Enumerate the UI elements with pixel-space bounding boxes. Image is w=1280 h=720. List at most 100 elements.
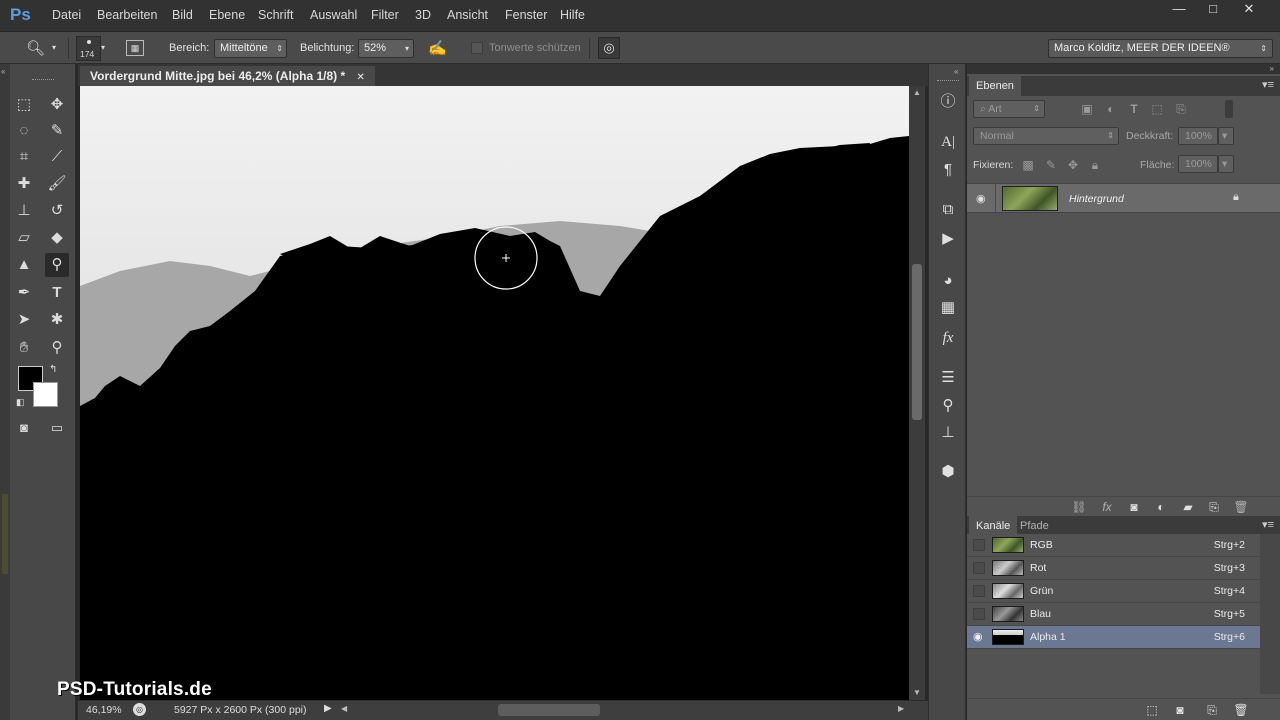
channel-visibility-eye-icon[interactable]: ◉	[973, 630, 983, 643]
horizontal-scroll-thumb[interactable]	[498, 704, 600, 716]
menu-hilfe[interactable]: Hilfe	[560, 8, 585, 22]
vertical-scrollbar[interactable]: ▲ ▼	[909, 86, 925, 700]
channel-visibility-box[interactable]	[973, 585, 985, 597]
link-layers-icon[interactable]: ⛓	[1071, 499, 1087, 515]
screen-mode-icon[interactable]: ▭	[45, 416, 69, 440]
new-channel-icon[interactable]: ⎘	[1204, 702, 1220, 718]
collapse-icon[interactable]: »	[1270, 64, 1274, 73]
lock-position-icon[interactable]: ✥	[1065, 157, 1081, 173]
filter-type-icon[interactable]: T	[1126, 101, 1142, 117]
new-group-icon[interactable]: ▰	[1180, 499, 1196, 515]
info-panel-icon[interactable]: ⓘ	[936, 90, 960, 114]
styles-panel-icon[interactable]: fx	[936, 326, 960, 350]
panel-menu-icon[interactable]: ▾≡	[1262, 78, 1274, 91]
default-colors-icon[interactable]: ◧	[16, 397, 25, 408]
filter-toggle[interactable]	[1225, 100, 1233, 118]
layer-row-hintergrund[interactable]: ◉ Hintergrund 🔒︎	[967, 183, 1280, 214]
channel-visibility-box[interactable]	[973, 562, 985, 574]
scroll-left-icon[interactable]: ◀	[341, 704, 347, 713]
menu-datei[interactable]: Datei	[52, 8, 81, 22]
document-tab[interactable]: Vordergrund Mitte.jpg bei 46,2% (Alpha 1…	[80, 66, 375, 86]
status-info-icon[interactable]: ◎	[133, 703, 146, 716]
fill-dropdown[interactable]: ▾	[1218, 155, 1234, 173]
swap-colors-icon[interactable]: ↰	[49, 364, 57, 375]
opacity-dropdown[interactable]: ▾	[1218, 127, 1234, 145]
path-selection-tool-icon[interactable]: ➤	[12, 308, 36, 332]
scroll-right-icon[interactable]: ▶	[898, 704, 904, 713]
save-selection-icon[interactable]: ◙	[1172, 702, 1188, 718]
menu-schrift[interactable]: Schrift	[258, 8, 293, 22]
brush-picker-arrow-icon[interactable]: ▾	[101, 43, 105, 52]
swatches-panel-icon[interactable]: ▦	[936, 296, 960, 320]
workspace-select[interactable]: Marco Kolditz, MEER DER IDEEN® ⇕	[1048, 39, 1273, 58]
type-tool-icon[interactable]: T	[45, 281, 69, 305]
quick-mask-icon[interactable]: ◙	[12, 416, 36, 440]
close-window-button[interactable]: ✕	[1232, 0, 1266, 20]
collapse-icon[interactable]: «	[1, 67, 5, 76]
background-color-swatch[interactable]	[33, 382, 58, 407]
character-panel-icon[interactable]: A|	[936, 130, 960, 154]
adjustments-panel-icon[interactable]: ☰	[936, 366, 960, 390]
layer-filter-select[interactable]: ⌕ Art ⇕	[973, 100, 1045, 118]
3d-panel-icon[interactable]: ⬢	[936, 460, 960, 484]
new-layer-icon[interactable]: ⎘	[1206, 499, 1222, 515]
layer-name[interactable]: Hintergrund	[1069, 193, 1124, 205]
minimize-button[interactable]: —	[1162, 0, 1196, 20]
tool-preset-arrow-icon[interactable]: ▾	[52, 43, 56, 52]
sponge-tool-icon[interactable]: ⚲	[45, 253, 69, 277]
brush-panel-icon[interactable]: ▦	[126, 40, 144, 56]
menu-fenster[interactable]: Fenster	[505, 8, 547, 22]
menu-filter[interactable]: Filter	[371, 8, 399, 22]
eyedropper-tool-icon[interactable]: ⟋	[45, 145, 69, 169]
collapse-icon[interactable]: «	[954, 67, 958, 76]
paragraph-panel-icon[interactable]: ¶	[936, 158, 960, 182]
pressure-size-icon[interactable]: ◎	[598, 37, 620, 59]
channel-visibility-box[interactable]	[973, 608, 985, 620]
add-style-icon[interactable]: fx	[1099, 499, 1115, 515]
lock-all-icon[interactable]: 🔒︎	[1087, 157, 1103, 173]
load-selection-icon[interactable]: ⬚	[1144, 702, 1160, 718]
tab-layers[interactable]: Ebenen	[969, 76, 1021, 96]
exposure-field[interactable]: 52% ▾	[358, 39, 414, 58]
history-brush-tool-icon[interactable]: ↺	[45, 199, 69, 223]
healing-brush-tool-icon[interactable]: ✚	[12, 172, 36, 196]
crop-tool-icon[interactable]: ⌗	[12, 145, 36, 169]
protect-tones-checkbox[interactable]	[471, 42, 483, 54]
close-tab-icon[interactable]: ✕	[357, 72, 365, 83]
blend-mode-select[interactable]: Normal ⇕	[973, 127, 1119, 145]
history-panel-icon[interactable]: ⧉	[936, 198, 960, 222]
marquee-tool-icon[interactable]: ⬚	[12, 93, 36, 117]
filter-adjustment-icon[interactable]: ◐	[1103, 101, 1119, 117]
airbrush-icon[interactable]: ✍	[428, 39, 447, 57]
lock-transparency-icon[interactable]: ▩	[1020, 157, 1036, 173]
eraser-tool-icon[interactable]: ▱	[12, 226, 36, 250]
custom-shape-tool-icon[interactable]: ✱	[45, 308, 69, 332]
tab-paths[interactable]: Pfade	[1013, 516, 1056, 536]
range-select[interactable]: Mitteltöne ⇕	[214, 39, 287, 58]
status-menu-arrow-icon[interactable]: ▶	[324, 703, 332, 714]
maximize-button[interactable]: □	[1196, 0, 1230, 20]
pen-tool-icon[interactable]: ✒	[12, 281, 36, 305]
panel-menu-icon[interactable]: ▾≡	[1262, 518, 1274, 531]
lasso-tool-icon[interactable]: ◌	[12, 119, 36, 143]
lock-pixels-icon[interactable]: ✎	[1043, 157, 1059, 173]
menu-bild[interactable]: Bild	[172, 8, 193, 22]
brush-tool-icon[interactable]: 🖌︎	[45, 172, 69, 196]
channel-visibility-box[interactable]	[973, 539, 985, 551]
new-adjustment-layer-icon[interactable]: ◐	[1153, 499, 1169, 515]
document-canvas[interactable]	[80, 86, 909, 700]
channel-row-rgb[interactable]: RGB Strg+2	[967, 534, 1260, 557]
menu-ebene[interactable]: Ebene	[209, 8, 245, 22]
scroll-up-icon[interactable]: ▲	[913, 88, 921, 97]
filter-smart-object-icon[interactable]: ⎘	[1173, 101, 1189, 117]
paint-bucket-tool-icon[interactable]: ◆	[45, 226, 69, 250]
filter-shape-icon[interactable]: ⬚	[1149, 101, 1165, 117]
channels-scrollbar[interactable]	[1260, 534, 1280, 694]
vertical-scroll-thumb[interactable]	[912, 264, 922, 420]
channel-row-rot[interactable]: Rot Strg+3	[967, 557, 1260, 580]
channel-row-alpha-1[interactable]: ◉ Alpha 1 Strg+6	[967, 626, 1260, 649]
delete-channel-icon[interactable]: 🗑︎	[1233, 702, 1249, 718]
brush-presets-panel-icon[interactable]: ⚲	[936, 394, 960, 418]
move-tool-icon[interactable]: ✥	[45, 93, 69, 117]
clone-source-panel-icon[interactable]: ⊥	[936, 421, 960, 445]
